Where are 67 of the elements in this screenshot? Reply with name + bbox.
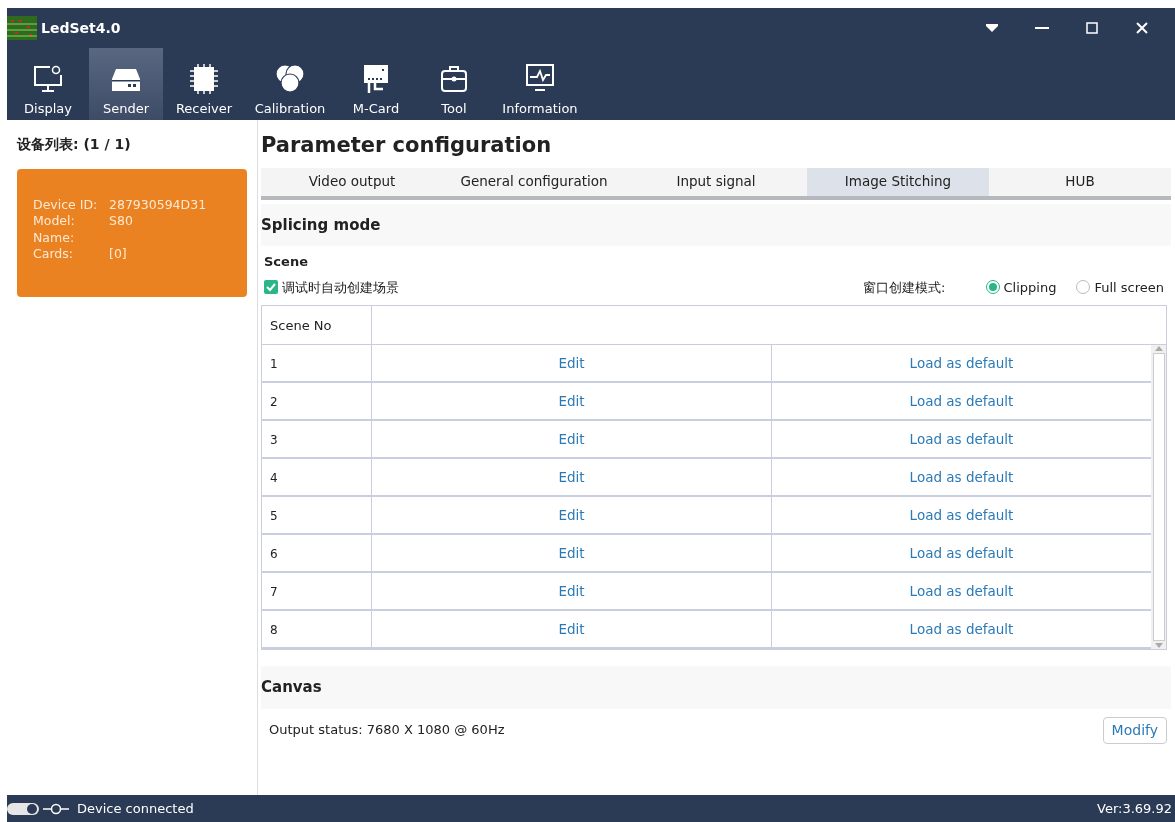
device-list-title: 设备列表: (1 / 1): [17, 135, 132, 154]
checkbox-label: 调试时自动创建场景: [282, 278, 399, 297]
edit-link[interactable]: Edit: [372, 459, 771, 495]
app-logo-icon: [7, 16, 37, 40]
radio-label: Full screen: [1094, 278, 1164, 297]
toolbar-button[interactable]: Information: [495, 48, 585, 120]
load-default-link[interactable]: Load as default: [772, 345, 1151, 381]
load-default-link[interactable]: Load as default: [772, 573, 1151, 609]
field-value: 287930594D31: [109, 197, 207, 214]
field-label: Model:: [33, 213, 76, 230]
tab[interactable]: HUB: [989, 167, 1171, 196]
radio-label: Clipping: [1003, 278, 1057, 297]
scroll-up-icon[interactable]: [1154, 345, 1163, 351]
table-cell: 6: [262, 535, 372, 571]
edit-link[interactable]: Edit: [372, 421, 771, 457]
edit-link[interactable]: Edit: [372, 383, 771, 419]
load-default-link[interactable]: Load as default: [772, 611, 1151, 647]
connector-icon: [43, 802, 69, 815]
scrollbar[interactable]: [1151, 345, 1166, 649]
edit-link[interactable]: Edit: [372, 345, 771, 381]
field-label: Cards:: [33, 245, 74, 262]
field-value: [0]: [109, 245, 127, 262]
window-mode-label: 窗口创建模式:: [863, 278, 946, 297]
field-value: S80: [109, 213, 133, 230]
table-cell: 5: [262, 497, 372, 533]
load-default-link[interactable]: Load as default: [772, 421, 1151, 457]
toolbar-button[interactable]: Sender: [89, 48, 163, 120]
column-header: Scene No: [262, 306, 372, 344]
checkbox[interactable]: [264, 280, 278, 295]
load-default-link[interactable]: Load as default: [772, 497, 1151, 533]
three-circles-icon: [274, 62, 306, 95]
section-title: Splicing mode: [261, 203, 1171, 246]
modify-button[interactable]: Modify: [1102, 716, 1167, 744]
toolbar-button[interactable]: M-Card: [339, 48, 413, 120]
chip-icon: [188, 62, 220, 95]
edit-link[interactable]: Edit: [372, 497, 771, 533]
scroll-down-icon[interactable]: [1154, 643, 1163, 649]
field-label: Name:: [33, 229, 76, 246]
tab[interactable]: General configuration: [443, 167, 625, 196]
table-cell: 1: [262, 345, 372, 381]
edit-link[interactable]: Edit: [372, 535, 771, 571]
toolbar-button[interactable]: Tool: [417, 48, 491, 120]
load-default-link[interactable]: Load as default: [772, 535, 1151, 571]
load-default-link[interactable]: Load as default: [772, 459, 1151, 495]
output-status: Output status: 7680 X 1080 @ 60Hz: [269, 721, 505, 740]
monitor-gear-icon: [32, 62, 64, 95]
edit-link[interactable]: Edit: [372, 573, 771, 609]
page-title: Parameter configuration: [261, 132, 553, 159]
section-title: Canvas: [261, 666, 1171, 709]
connection-status: Device connected: [77, 799, 194, 818]
table-cell: 7: [262, 573, 372, 609]
table-cell: 3: [262, 421, 372, 457]
edit-link[interactable]: Edit: [372, 611, 771, 647]
subsection-title: Scene: [263, 253, 309, 271]
toolbar-button[interactable]: Receiver: [167, 48, 241, 120]
toolbar-button[interactable]: Calibration: [245, 48, 335, 120]
table-cell: 4: [262, 459, 372, 495]
toolbar-button[interactable]: Display: [11, 48, 85, 120]
tab[interactable]: Input signal: [625, 167, 807, 196]
tab[interactable]: Video output: [261, 167, 443, 196]
table-cell: 2: [262, 383, 372, 419]
app-title: LedSet4.0: [41, 18, 121, 38]
version-label: Ver:3.69.92: [1097, 799, 1172, 818]
field-label: Device ID:: [33, 197, 99, 214]
tab[interactable]: Image Stitching: [807, 167, 989, 196]
load-default-link[interactable]: Load as default: [772, 383, 1151, 419]
table-cell: 8: [262, 611, 372, 647]
